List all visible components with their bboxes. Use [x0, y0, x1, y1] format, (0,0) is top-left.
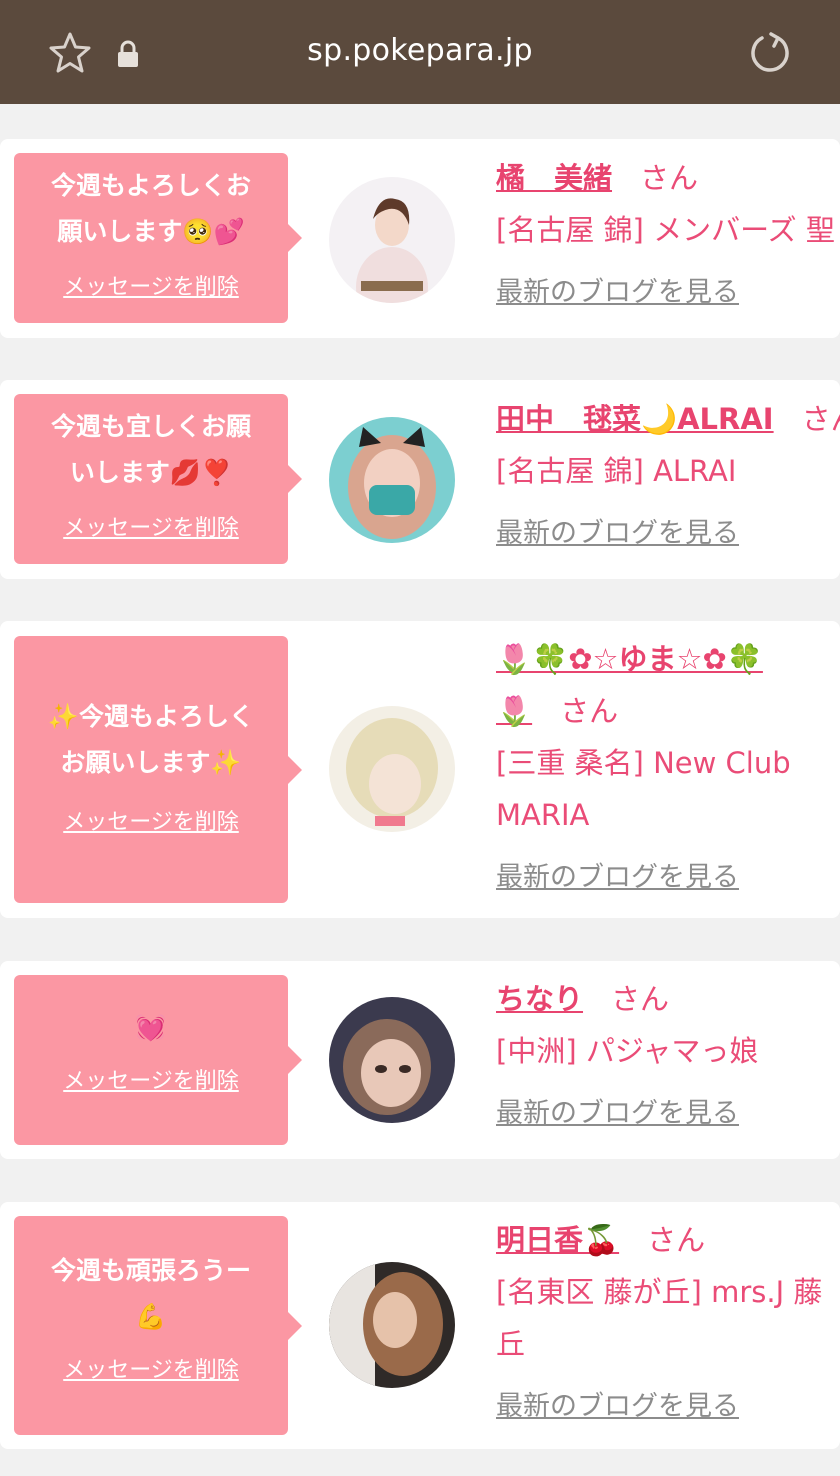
- honorific: さん: [611, 982, 670, 1016]
- browser-toolbar: sp.pokepara.jp: [0, 0, 840, 104]
- message-bubble: ✨今週もよろしく お願いします✨ メッセージを削除: [14, 636, 302, 903]
- shop-name: MARIA: [496, 798, 590, 832]
- message-bubble: 今週もよろしくお 願いします🥺💕 メッセージを削除: [14, 153, 302, 323]
- shop-name: [三重 桑名] New Club: [496, 746, 791, 780]
- avatar[interactable]: [329, 1262, 455, 1388]
- honorific: さん: [640, 161, 699, 195]
- message-bubble: 今週も頑張ろうー 💪 メッセージを削除: [14, 1216, 302, 1435]
- message-line: 今週もよろしくお: [50, 171, 251, 200]
- reload-icon[interactable]: [747, 30, 793, 76]
- address-bar-url[interactable]: sp.pokepara.jp: [0, 33, 840, 68]
- shop-name: [名東区 藤が丘] mrs.J 藤: [496, 1275, 823, 1309]
- delete-message-link[interactable]: メッセージを削除: [14, 1063, 288, 1095]
- message-line: 今週も宜しくお願: [50, 412, 251, 441]
- message-line: 💓: [135, 1013, 167, 1042]
- shop-name: [名古屋 錦] ALRAI: [496, 454, 737, 488]
- cast-name-link[interactable]: 明日香🍒: [496, 1223, 619, 1257]
- message-line: お願いします✨: [60, 748, 242, 777]
- cast-name-link[interactable]: 🌷🍀✿☆ゆま☆✿🍀: [496, 642, 763, 676]
- list-item: 今週も宜しくお願 いします💋❣️ メッセージを削除 田中 毬菜🌙ALRAIさん …: [0, 380, 840, 579]
- delete-message-link[interactable]: メッセージを削除: [14, 269, 288, 301]
- honorific: さん: [560, 694, 619, 728]
- latest-blog-link[interactable]: 最新のブログを見る: [496, 511, 840, 550]
- message-bubble: 💓 メッセージを削除: [14, 975, 302, 1145]
- shop-name: [中洲] パジャマっ娘: [496, 1034, 759, 1068]
- avatar[interactable]: [329, 417, 455, 543]
- latest-blog-link[interactable]: 最新のブログを見る: [496, 1384, 840, 1423]
- message-line: いします💋❣️: [69, 458, 233, 487]
- cast-name-link[interactable]: ちなり: [496, 982, 583, 1016]
- list-item: 今週もよろしくお 願いします🥺💕 メッセージを削除 橘 美緒 さん [名古屋 錦]…: [0, 139, 840, 338]
- delete-message-link[interactable]: メッセージを削除: [14, 1352, 288, 1384]
- message-line: 願いします🥺💕: [57, 217, 245, 246]
- latest-blog-link[interactable]: 最新のブログを見る: [496, 270, 840, 309]
- delete-message-link[interactable]: メッセージを削除: [14, 804, 288, 836]
- cast-name-link[interactable]: 田中 毬菜🌙ALRAI: [496, 402, 774, 436]
- honorific: さん: [647, 1223, 706, 1257]
- list-item: 💓 メッセージを削除 ちなり さん [中洲] パジャマっ娘 最新のブログを見る: [0, 961, 840, 1159]
- shop-name: [名古屋 錦] メンバーズ 聖: [496, 213, 835, 247]
- message-line: 💪: [135, 1302, 167, 1331]
- list-item: 今週も頑張ろうー 💪 メッセージを削除 明日香🍒 さん [名東区 藤が丘] mrs…: [0, 1202, 840, 1449]
- honorific: さん: [801, 402, 840, 436]
- list-item: ✨今週もよろしく お願いします✨ メッセージを削除 🌷🍀✿☆ゆま☆✿🍀 🌷 さん …: [0, 621, 840, 918]
- latest-blog-link[interactable]: 最新のブログを見る: [496, 1091, 840, 1130]
- message-line: 今週も頑張ろうー: [50, 1256, 251, 1285]
- avatar[interactable]: [329, 706, 455, 832]
- cast-name-link[interactable]: 🌷: [496, 694, 532, 728]
- latest-blog-link[interactable]: 最新のブログを見る: [496, 855, 840, 894]
- message-line: ✨今週もよろしく: [47, 702, 255, 731]
- cast-name-link[interactable]: 橘 美緒: [496, 161, 612, 195]
- shop-name: 丘: [496, 1327, 526, 1361]
- avatar[interactable]: [329, 177, 455, 303]
- message-bubble: 今週も宜しくお願 いします💋❣️ メッセージを削除: [14, 394, 302, 564]
- delete-message-link[interactable]: メッセージを削除: [14, 510, 288, 542]
- avatar[interactable]: [329, 997, 455, 1123]
